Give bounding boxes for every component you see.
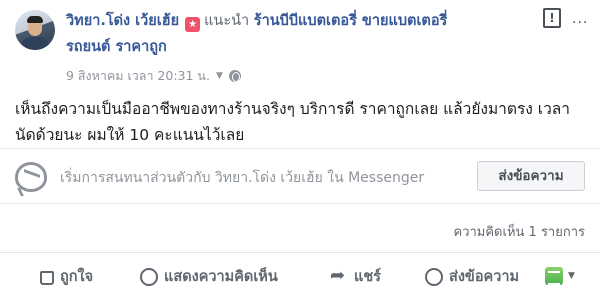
post-header: วิทยา.โด่ง เว้ยเฮ้ย ★ แนะนำ ร้านบีบีแบตเตอ… xyxy=(66,9,447,32)
author-avatar[interactable] xyxy=(15,10,55,50)
message-button[interactable]: ส่งข้อความ xyxy=(425,265,519,288)
like-label: ถูกใจ xyxy=(60,269,94,285)
star-icon: ★ xyxy=(185,17,201,32)
post-meta: 9 สิงหาคม เวลา 20:31 น. ▼ xyxy=(66,66,241,86)
post-card: วิทยา.โด่ง เว้ยเฮ้ย ★ แนะนำ ร้านบีบีแบตเตอ… xyxy=(0,0,600,300)
report-icon[interactable]: ! xyxy=(543,8,561,28)
timestamp[interactable]: 9 สิงหาคม เวลา 20:31 น. xyxy=(66,66,210,86)
chevron-down-icon: ▼ xyxy=(568,271,575,281)
page-name[interactable]: ร้านบีบีแบตเตอรี่ ขายแบตเตอรี่ xyxy=(254,13,448,29)
page-name-continued[interactable]: รถยนต์ ราคาถูก xyxy=(66,35,167,58)
messenger-icon xyxy=(15,162,47,192)
share-button[interactable]: แชร์ xyxy=(330,265,381,288)
comment-button[interactable]: แสดงความคิดเห็น xyxy=(140,265,278,288)
send-message-button[interactable]: ส่งข้อความ xyxy=(477,161,585,191)
caret-down-icon[interactable]: ▼ xyxy=(216,71,223,81)
message-label: ส่งข้อความ xyxy=(449,269,520,285)
share-icon xyxy=(330,265,348,286)
share-label: แชร์ xyxy=(354,269,381,285)
author-name[interactable]: วิทยา.โด่ง เว้ยเฮ้ย xyxy=(66,13,179,29)
comment-label: แสดงความคิดเห็น xyxy=(164,269,278,285)
recommend-label: แนะนำ xyxy=(204,13,250,29)
thumbs-up-icon xyxy=(40,270,54,285)
audience-selector[interactable]: ▼ xyxy=(545,267,575,285)
comment-count-link[interactable]: ความคิดเห็น 1 รายการ xyxy=(454,221,586,242)
globe-icon xyxy=(228,70,241,82)
message-icon xyxy=(425,267,443,286)
like-button[interactable]: ถูกใจ xyxy=(40,265,93,288)
post-body: เห็นถึงความเป็นมืออาชีพของทางร้านจริงๆ บ… xyxy=(15,100,570,144)
comment-icon xyxy=(140,267,158,286)
audience-icon xyxy=(545,267,563,285)
messenger-prompt-text: เริ่มการสนทนาส่วนตัวกับ วิทยา.โด่ง เว้ยเ… xyxy=(60,170,425,186)
action-bar: ถูกใจ แสดงความคิดเห็น แชร์ ส่งข้อความ ▼ xyxy=(0,252,600,300)
more-options-icon[interactable]: ··· xyxy=(572,15,588,31)
messenger-prompt: เริ่มการสนทนาส่วนตัวกับ วิทยา.โด่ง เว้ยเ… xyxy=(0,148,600,204)
